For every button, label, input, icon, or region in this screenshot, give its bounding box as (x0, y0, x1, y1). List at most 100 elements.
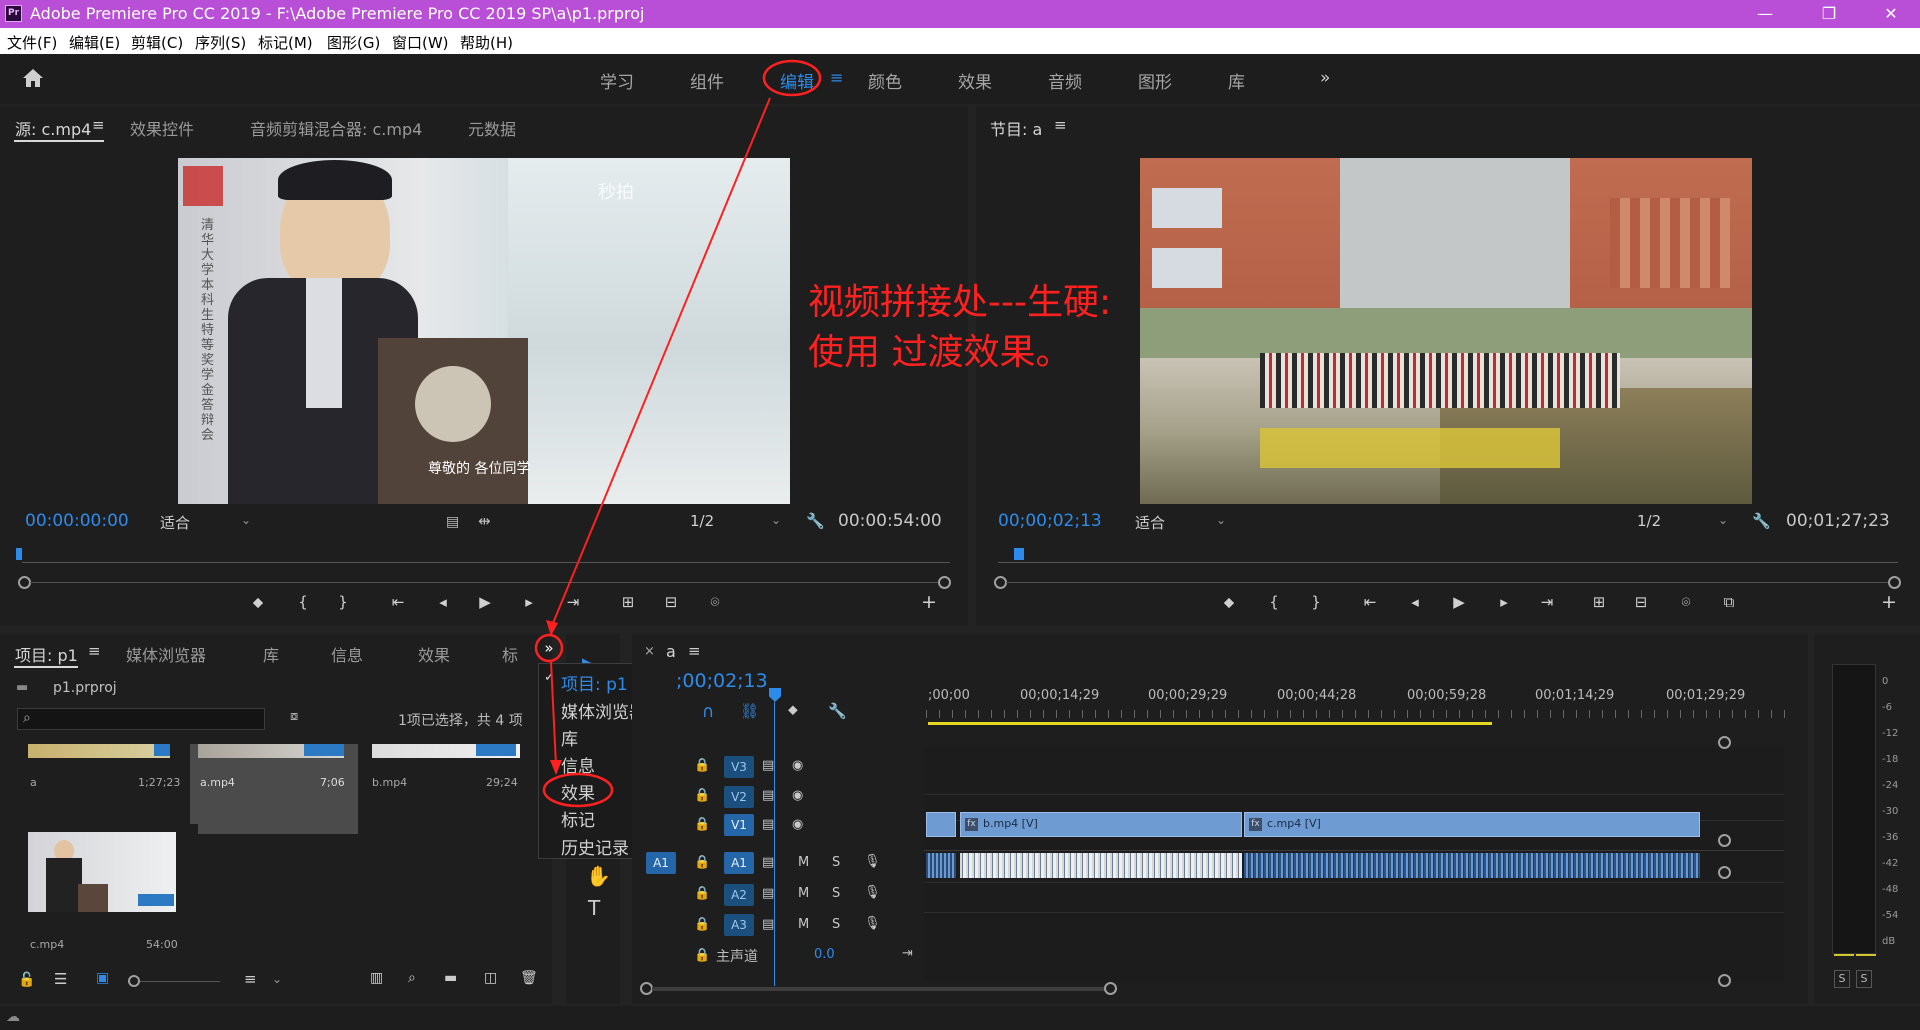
workspace-tab-color[interactable]: 颜色 (868, 68, 902, 93)
drag-video-icon[interactable]: ⇹ (478, 512, 491, 530)
program-zoom-handle-right[interactable] (1888, 576, 1901, 589)
audio-clip-a-mp4[interactable] (926, 853, 956, 878)
menu-marker[interactable]: 标记(M) (258, 32, 313, 53)
play-icon[interactable]: ▶ (472, 593, 498, 611)
timeline-settings-icon[interactable]: 🔧 (828, 702, 847, 720)
project-search-input[interactable]: ⌕ (17, 708, 265, 730)
source-zoom-handle-right[interactable] (938, 576, 951, 589)
source-fit-dropdown[interactable]: 适合 ⌄ (155, 512, 255, 534)
lock-track-icon[interactable]: 🔒 (694, 886, 710, 901)
trash-icon[interactable]: 🗑 (520, 970, 538, 986)
lock-track-icon[interactable]: 🔒 (694, 948, 710, 963)
microphone-icon[interactable]: 🎙 (864, 854, 881, 869)
tab-sequence-a[interactable]: a (666, 642, 676, 661)
tab-media-browser[interactable]: 媒体浏览器 (126, 642, 206, 666)
menu-item-info[interactable]: 信息 (561, 752, 595, 777)
workspace-menu-icon[interactable]: ≡ (830, 68, 843, 87)
solo-button[interactable]: S (832, 917, 840, 932)
sync-lock-icon[interactable]: ▤ (762, 917, 774, 932)
button-editor-icon[interactable]: + (1876, 591, 1902, 613)
new-search-bin-icon[interactable]: ⧇ (290, 709, 298, 724)
mark-out-icon[interactable]: } (330, 593, 356, 611)
go-to-end-icon[interactable]: ⇥ (902, 946, 913, 961)
video-clip-b-mp4[interactable]: fx b.mp4 [V] (960, 812, 1242, 837)
menu-item-history[interactable]: 历史记录 (561, 834, 629, 859)
play-icon[interactable]: ▶ (1446, 593, 1472, 611)
workspace-tab-graphics[interactable]: 图形 (1138, 68, 1172, 93)
new-bin-icon[interactable]: ▬ (444, 970, 457, 986)
mute-button[interactable]: M (798, 855, 809, 870)
tab-info[interactable]: 信息 (331, 642, 363, 666)
minimize-button[interactable]: — (1742, 0, 1788, 28)
lock-track-icon[interactable]: 🔒 (694, 817, 710, 832)
menu-item-effects[interactable]: 效果 (561, 779, 595, 804)
automate-to-sequence-icon[interactable]: ▥ (370, 970, 383, 986)
solo-button[interactable]: S (832, 886, 840, 901)
creative-cloud-icon[interactable]: ☁ (6, 1009, 20, 1025)
video-clip-a-mp4[interactable] (926, 812, 956, 837)
eye-icon[interactable]: ◉ (792, 817, 803, 832)
track-target-v3[interactable]: V3 (724, 756, 754, 778)
list-view-icon[interactable]: ☰ (54, 970, 67, 988)
panel-menu-icon[interactable]: ≡ (1054, 116, 1067, 134)
panel-menu-icon[interactable]: ≡ (92, 116, 105, 134)
tab-metadata[interactable]: 元数据 (468, 116, 516, 140)
extract-icon[interactable]: ⊟ (1628, 593, 1654, 611)
source-timecode[interactable]: 00:00:00:00 (25, 511, 129, 531)
timeline-playhead-handle[interactable] (769, 688, 781, 702)
close-tab-icon[interactable]: × (644, 644, 655, 659)
workspace-tab-audio[interactable]: 音频 (1048, 68, 1082, 93)
mark-in-icon[interactable]: { (1261, 593, 1287, 611)
hand-tool-icon[interactable]: ✋ (586, 864, 611, 888)
project-item[interactable]: b.mp4 29;24 (366, 744, 526, 824)
snap-icon[interactable]: ∩ (702, 702, 714, 722)
source-scrubber-track[interactable] (22, 562, 950, 563)
eye-icon[interactable]: ◉ (792, 788, 803, 803)
workspace-tab-libraries[interactable]: 库 (1228, 68, 1245, 93)
program-zoom-bar[interactable] (1006, 582, 1896, 583)
lock-track-icon[interactable]: 🔒 (694, 917, 710, 932)
mark-in-icon[interactable]: { (290, 593, 316, 611)
tab-audio-clip-mixer[interactable]: 音频剪辑混合器: c.mp4 (250, 116, 422, 140)
comparison-view-icon[interactable]: ⧉ (1716, 593, 1742, 611)
mute-button[interactable]: M (798, 886, 809, 901)
go-to-in-icon[interactable]: ⇤ (1357, 593, 1383, 611)
close-button[interactable]: ✕ (1868, 0, 1914, 28)
workspace-tab-learn[interactable]: 学习 (600, 68, 634, 93)
tab-program[interactable]: 节目: a (990, 116, 1042, 140)
step-forward-icon[interactable]: ▸ (516, 593, 542, 611)
vertical-zoom-handle[interactable] (1718, 974, 1731, 987)
wrench-icon[interactable]: 🔧 (1752, 512, 1771, 530)
maximize-button[interactable]: ❐ (1806, 0, 1852, 28)
sync-lock-icon[interactable]: ▤ (762, 855, 774, 870)
microphone-icon[interactable]: 🎙 (864, 885, 881, 900)
workspace-overflow-icon[interactable]: » (1320, 68, 1330, 88)
menu-item-markers[interactable]: 标记 (561, 806, 595, 831)
panel-menu-icon[interactable]: ≡ (688, 642, 701, 660)
sync-lock-icon[interactable]: ▤ (762, 886, 774, 901)
menu-clip[interactable]: 剪辑(C) (131, 32, 183, 53)
export-frame-icon[interactable]: ⌾ (1673, 593, 1699, 611)
zoom-slider-track[interactable] (140, 981, 220, 982)
tab-markers-truncated[interactable]: 标 (502, 642, 518, 666)
audio-clip-c-mp4[interactable] (1244, 853, 1700, 878)
insert-overlay-icon[interactable]: ▤ (446, 514, 459, 530)
program-fit-dropdown[interactable]: 适合 ⌄ (1130, 512, 1230, 534)
project-item[interactable]: c.mp4 54:00 (20, 824, 198, 964)
sync-lock-icon[interactable]: ▤ (762, 817, 774, 832)
mark-out-icon[interactable]: } (1303, 593, 1329, 611)
add-marker-icon[interactable]: ⬥ (245, 593, 271, 611)
insert-icon[interactable]: ⊞ (615, 593, 641, 611)
vertical-zoom-handle[interactable] (1718, 834, 1731, 847)
panel-menu-icon[interactable]: ≡ (88, 642, 101, 660)
tab-project[interactable]: 项目: p1 (15, 642, 78, 666)
export-frame-icon[interactable]: ⌾ (702, 593, 728, 611)
menu-item-project[interactable]: 项目: p1 (561, 670, 628, 695)
solo-button[interactable]: S (832, 855, 840, 870)
tab-libraries[interactable]: 库 (263, 642, 279, 666)
workspace-tab-editing[interactable]: 编辑 (780, 68, 814, 93)
zoom-slider-handle[interactable] (128, 975, 140, 987)
add-marker-icon[interactable]: ⬥ (788, 702, 798, 718)
menu-sequence[interactable]: 序列(S) (195, 32, 246, 53)
sync-lock-icon[interactable]: ▤ (762, 788, 774, 803)
